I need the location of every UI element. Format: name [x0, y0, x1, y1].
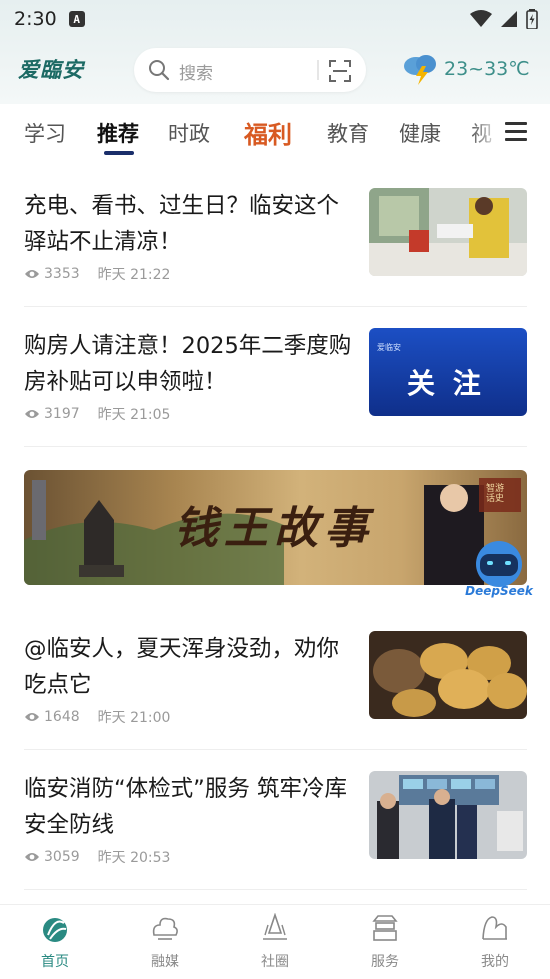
news-title[interactable]: @临安人，夏天浑身没劲，劝你吃点它 — [24, 631, 354, 703]
promo-banner[interactable]: 钱王故事 智游话史 — [24, 470, 527, 585]
banner-title: 钱王故事 — [174, 503, 374, 554]
news-meta: 3197 昨天 21:05 — [24, 404, 170, 424]
home-icon — [43, 918, 67, 942]
robot-label: DeepSeek — [465, 584, 533, 598]
divider — [24, 306, 527, 307]
news-thumbnail[interactable] — [369, 771, 527, 859]
news-title[interactable]: 购房人请注意！2025年二季度购房补贴可以申领啦！ — [24, 328, 354, 400]
view-count: 3197 — [44, 406, 80, 422]
station-photo — [369, 188, 527, 276]
view-count: 3353 — [44, 266, 80, 282]
news-meta: 3353 昨天 21:22 — [24, 264, 170, 284]
media-icon — [152, 917, 178, 940]
nav-label: 服务 — [371, 954, 399, 970]
publish-time: 昨天 21:05 — [97, 407, 171, 423]
search-icon — [149, 60, 170, 81]
signal-icon — [501, 11, 517, 27]
divider — [24, 749, 527, 750]
news-thumbnail[interactable] — [369, 631, 527, 719]
services-icon — [372, 915, 398, 941]
search-divider — [317, 60, 319, 80]
thumb-logo-text: 爱临安 — [377, 343, 401, 352]
app-header: 爱臨安 搜索 23~33℃ — [0, 46, 550, 96]
category-tabs: 学习 推荐 时政 福利 教育 健康 视 — [0, 106, 550, 162]
view-count: 3059 — [44, 849, 80, 865]
community-icon — [263, 913, 287, 940]
potato-photo — [369, 631, 527, 719]
news-title[interactable]: 临安消防“体检式”服务 筑牢冷库安全防线 — [24, 771, 354, 843]
news-item[interactable]: @临安人，夏天浑身没劲，劝你吃点它 1648 昨天 21:00 — [24, 631, 527, 731]
banner-badge: 智游话史 — [486, 484, 505, 504]
eye-icon — [25, 410, 39, 418]
nav-profile[interactable]: 我的 — [440, 905, 550, 979]
publish-time: 昨天 21:22 — [97, 267, 171, 283]
menu-icon[interactable] — [505, 122, 527, 142]
tab-education[interactable]: 教育 — [327, 118, 369, 148]
battery-icon — [526, 9, 538, 29]
publish-time: 昨天 20:53 — [97, 850, 171, 866]
tab-recommend[interactable]: 推荐 — [97, 118, 139, 148]
status-time: 2:30 — [14, 8, 57, 30]
attention-text: 关 注 — [407, 367, 485, 400]
tab-health[interactable]: 健康 — [399, 118, 441, 148]
notification-badge: A — [68, 11, 85, 27]
divider — [24, 446, 527, 447]
view-count: 1648 — [44, 709, 80, 725]
nav-label: 首页 — [41, 954, 69, 970]
nav-services[interactable]: 服务 — [330, 905, 440, 979]
tab-politics[interactable]: 时政 — [168, 118, 210, 148]
wifi-icon — [470, 10, 492, 27]
weather-widget[interactable]: 23~33℃ — [402, 52, 530, 86]
thunderstorm-icon — [404, 55, 436, 85]
divider — [24, 889, 527, 890]
news-item[interactable]: 临安消防“体检式”服务 筑牢冷库安全防线 3059 昨天 20:53 — [24, 771, 527, 871]
weather-temperature: 23~33℃ — [444, 58, 530, 80]
tab-study[interactable]: 学习 — [24, 118, 66, 148]
eye-icon — [25, 270, 39, 278]
news-meta: 1648 昨天 21:00 — [24, 707, 170, 727]
profile-icon — [482, 916, 507, 940]
status-bar: 2:30 A — [0, 0, 550, 38]
eye-icon — [25, 713, 39, 721]
news-thumbnail[interactable] — [369, 188, 527, 276]
tabs-fade — [470, 106, 502, 162]
eye-icon — [25, 853, 39, 861]
nav-community[interactable]: 社圈 — [220, 905, 330, 979]
nav-media[interactable]: 融媒 — [110, 905, 220, 979]
search-bar[interactable]: 搜索 — [134, 48, 366, 92]
nav-home[interactable]: 首页 — [0, 905, 110, 979]
active-tab-indicator — [104, 151, 134, 155]
nav-label: 融媒 — [151, 954, 179, 970]
publish-time: 昨天 21:00 — [97, 710, 171, 726]
news-title[interactable]: 充电、看书、过生日？临安这个驿站不止清凉！ — [24, 188, 354, 260]
nav-label: 我的 — [481, 954, 509, 970]
search-placeholder: 搜索 — [179, 64, 213, 84]
scan-icon[interactable] — [329, 60, 351, 82]
news-thumbnail[interactable]: 爱临安 关 注 — [369, 328, 527, 416]
news-meta: 3059 昨天 20:53 — [24, 847, 170, 867]
nav-label: 社圈 — [261, 954, 289, 970]
deepseek-robot[interactable]: DeepSeek — [462, 540, 536, 606]
robot-icon — [476, 541, 522, 587]
news-item[interactable]: 购房人请注意！2025年二季度购房补贴可以申领啦！ 3197 昨天 21:05 … — [24, 328, 527, 428]
app-logo[interactable]: 爱臨安 — [18, 54, 84, 84]
tab-welfare[interactable]: 福利 — [244, 115, 292, 150]
news-item[interactable]: 充电、看书、过生日？临安这个驿站不止清凉！ 3353 昨天 21:22 — [24, 188, 527, 288]
status-icons — [470, 9, 538, 29]
fire-inspection-photo — [369, 771, 527, 859]
bottom-navigation: 首页 融媒 社圈 服务 我的 — [0, 904, 550, 979]
